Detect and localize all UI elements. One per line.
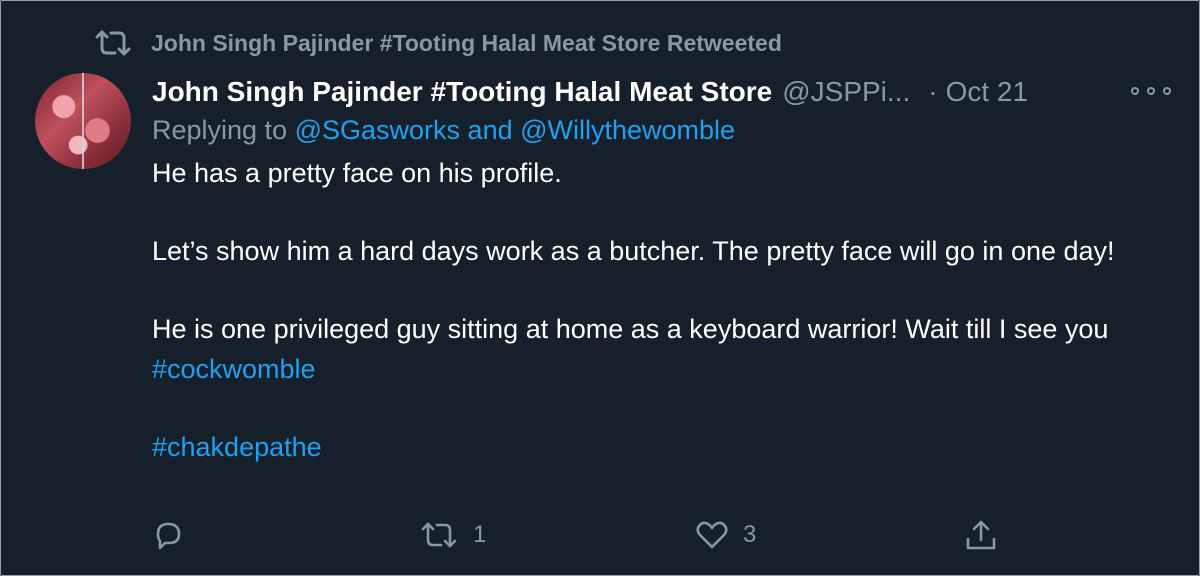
share-button[interactable] — [963, 515, 1013, 555]
tweet-paragraph: Let’s show him a hard days work as a but… — [152, 236, 1115, 266]
tweet-header: John Singh Pajinder #Tooting Halal Meat … — [152, 73, 1152, 111]
share-icon — [963, 517, 999, 553]
avatar-image-detail — [82, 73, 84, 169]
author-name[interactable]: John Singh Pajinder #Tooting Halal Meat … — [152, 76, 772, 108]
tweet-paragraph: He is one privileged guy sitting at home… — [152, 309, 1162, 389]
action-bar: 1 3 — [151, 515, 1011, 555]
tweet-paragraph-text: He is one privileged guy sitting at home… — [152, 314, 1109, 344]
retweet-banner-text[interactable]: John Singh Pajinder #Tooting Halal Meat … — [151, 30, 782, 57]
retweet-count: 1 — [473, 521, 487, 548]
more-options-icon[interactable] — [1131, 81, 1171, 101]
tweet-paragraph: #chakdepathe — [152, 427, 1162, 467]
tweet-paragraph: He has a pretty face on his profile. — [152, 158, 562, 188]
replying-to: Replying to @SGasworks and @Willythewomb… — [152, 115, 735, 146]
like-button[interactable]: 3 — [695, 515, 756, 555]
hashtag-link[interactable]: #chakdepathe — [152, 432, 322, 462]
hashtag-link[interactable]: #cockwomble — [152, 354, 316, 384]
replying-to-prefix: Replying to — [152, 115, 288, 145]
header-separator: · — [928, 76, 938, 107]
heart-icon — [695, 519, 729, 551]
more-dot — [1131, 87, 1139, 95]
tweet-body: He has a pretty face on his profile. Let… — [152, 153, 1162, 467]
retweet-button[interactable]: 1 — [419, 515, 486, 555]
retweet-banner: John Singh Pajinder #Tooting Halal Meat … — [93, 27, 782, 59]
more-dot — [1147, 87, 1155, 95]
reply-button[interactable] — [151, 515, 199, 555]
tweet-date[interactable]: Oct 21 — [946, 76, 1028, 108]
retweet-icon — [93, 28, 133, 58]
author-handle[interactable]: @JSPPi... — [782, 76, 910, 108]
avatar[interactable] — [35, 73, 131, 169]
more-dot — [1163, 87, 1171, 95]
reply-icon — [151, 518, 185, 552]
tweet-card[interactable]: John Singh Pajinder #Tooting Halal Meat … — [0, 0, 1200, 576]
replying-to-users[interactable]: @SGasworks and @Willythewomble — [295, 115, 735, 145]
retweet-icon — [419, 520, 459, 550]
like-count: 3 — [743, 521, 757, 548]
